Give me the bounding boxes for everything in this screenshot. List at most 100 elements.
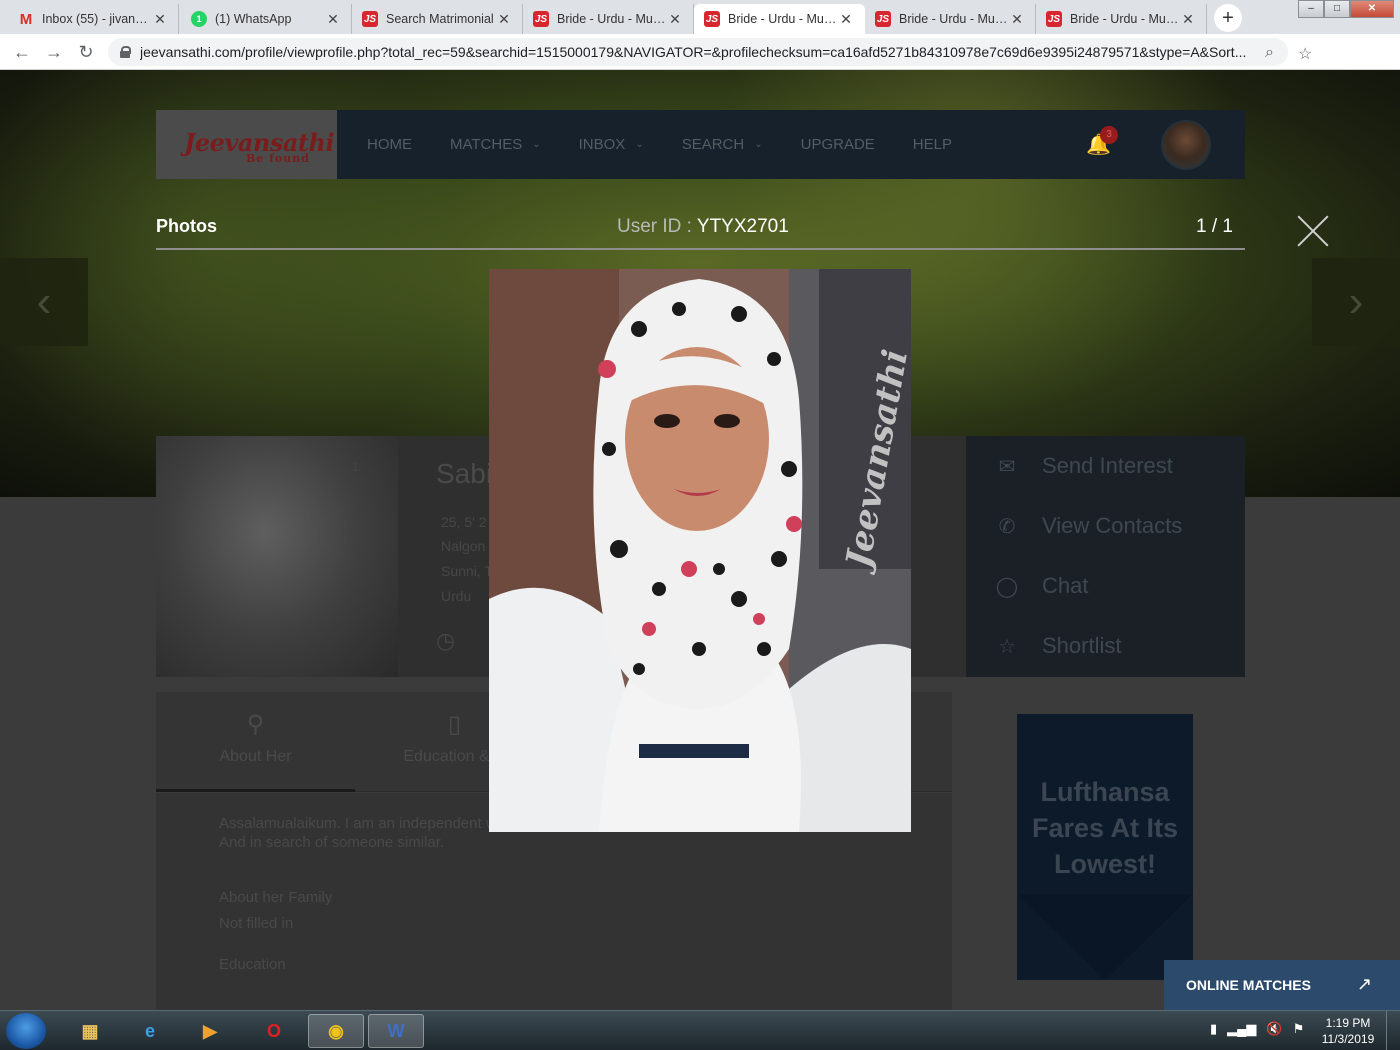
show-desktop-button[interactable] xyxy=(1386,1011,1400,1050)
tab-close-icon[interactable]: ✕ xyxy=(496,11,512,28)
nav-inbox[interactable]: INBOX ⌄ xyxy=(579,136,644,153)
zoom-icon[interactable]: ⌕ xyxy=(1265,44,1274,62)
lightbox-title: Photos xyxy=(156,216,217,236)
start-button[interactable] xyxy=(6,1013,46,1049)
jeevansathi-icon: JS xyxy=(1046,11,1062,27)
clock-date: 11/3/2019 xyxy=(1321,1032,1375,1046)
ad-text: Lufthansa Fares At Its Lowest! xyxy=(1031,777,1179,879)
nav-label: HOME xyxy=(367,136,412,153)
lightbox-user-id: User ID : YTYX2701 xyxy=(617,216,789,238)
jeevansathi-icon: JS xyxy=(704,11,720,27)
browser-tab[interactable]: JS Bride - Urdu - Muslim ✕ xyxy=(865,4,1036,34)
site-header: Jeevansathi Be found HOME MATCHES ⌄ INBOX ⌄ S… xyxy=(156,110,1245,179)
tab-title: (1) WhatsApp xyxy=(215,12,292,26)
maximize-button[interactable]: □ xyxy=(1324,0,1350,18)
lightbox-divider xyxy=(156,248,1245,250)
file-explorer-icon[interactable]: ▦ xyxy=(62,1014,118,1048)
advertisement[interactable]: Lufthansa Fares At Its Lowest! xyxy=(1017,714,1193,980)
nav-matches[interactable]: MATCHES ⌄ xyxy=(450,136,541,153)
lightbox-close-icon[interactable] xyxy=(1296,214,1330,248)
tab-close-icon[interactable]: ✕ xyxy=(325,11,341,28)
main-nav: HOME MATCHES ⌄ INBOX ⌄ SEARCH ⌄ UPGRADE HELP xyxy=(367,110,990,179)
tab-title: Bride - Urdu - Muslim xyxy=(557,12,667,26)
photo-count-badge: 1 xyxy=(352,460,359,474)
shortlist-button[interactable]: ☆ Shortlist xyxy=(966,616,1245,676)
tab-close-icon[interactable]: ✕ xyxy=(1009,11,1025,28)
chrome-icon[interactable]: ◉ xyxy=(308,1014,364,1048)
notifications-bell-icon[interactable]: 🔔 3 xyxy=(1086,126,1118,156)
about-text-line-2: And in search of someone similar. xyxy=(219,834,445,851)
profile-tab[interactable]: ⚲ About Her xyxy=(156,692,355,792)
jeevansathi-icon: JS xyxy=(875,11,891,27)
tab-close-icon[interactable]: ✕ xyxy=(667,11,683,28)
jeevansathi-icon: JS xyxy=(362,11,378,27)
profile-photo: Jeevansathi xyxy=(489,269,911,832)
envelope-icon: ✉ xyxy=(998,455,1016,478)
system-clock[interactable]: 1:19 PM 11/3/2019 xyxy=(1318,1015,1378,1047)
browser-tab[interactable]: M Inbox (55) - jivansha ✕ xyxy=(8,4,179,34)
nav-search[interactable]: SEARCH ⌄ xyxy=(682,136,763,153)
browser-tab[interactable]: 1 (1) WhatsApp ✕ xyxy=(181,4,352,34)
clock-time: 1:19 PM xyxy=(1325,1016,1371,1030)
nav-upgrade[interactable]: UPGRADE xyxy=(801,136,875,153)
action-center-flag-icon[interactable]: ⚑ xyxy=(1293,1021,1305,1037)
tab-close-icon[interactable]: ✕ xyxy=(838,11,854,28)
profile-photo-illustration: Jeevansathi xyxy=(489,269,911,832)
opera-icon[interactable]: O xyxy=(246,1014,302,1048)
person-icon: ⚲ xyxy=(246,711,265,738)
action-label: Send Interest xyxy=(1042,453,1173,478)
network-icon[interactable]: ▮ xyxy=(1210,1021,1217,1037)
whatsapp-icon: 1 xyxy=(191,11,207,27)
address-bar-row: ← → ↻ jeevansathi.com/profile/viewprofil… xyxy=(0,34,1400,96)
nav-label: MATCHES xyxy=(450,136,523,153)
tab-title: Search Matrimonial xyxy=(386,12,494,26)
lock-icon xyxy=(120,46,131,58)
prev-arrow-icon[interactable]: ‹ xyxy=(0,258,88,346)
action-label: Chat xyxy=(1042,573,1089,598)
url-bar[interactable]: jeevansathi.com/profile/viewprofile.php?… xyxy=(108,38,1288,66)
internet-explorer-icon[interactable]: e xyxy=(122,1014,178,1048)
word-icon[interactable]: W xyxy=(368,1014,424,1048)
new-tab-button[interactable]: + xyxy=(1214,4,1242,32)
nav-help[interactable]: HELP xyxy=(913,136,952,153)
profile-name: Sabi xyxy=(436,458,493,489)
browser-tab[interactable]: JS Bride - Urdu - Muslim ✕ xyxy=(694,4,865,34)
os-taskbar: ▦ e ▶ O ◉ W ▮ ▂▄▆ 🔇 ⚑ 1:19 PM 11/3/2019 xyxy=(0,1010,1400,1050)
window-close-button[interactable]: ✕ xyxy=(1350,0,1394,18)
tab-title: Bride - Urdu - Muslim xyxy=(728,12,838,26)
profile-thumbnail[interactable]: 1 xyxy=(156,436,398,677)
browser-tab[interactable]: JS Bride - Urdu - Muslim ✕ xyxy=(1036,4,1207,34)
profile-language: Urdu xyxy=(441,588,472,604)
browser-tab[interactable]: JS Bride - Urdu - Muslim ✕ xyxy=(523,4,694,34)
phone-icon: ✆ xyxy=(998,515,1016,538)
profile-religion: Sunni, T xyxy=(441,563,493,579)
clock-icon: ◷ xyxy=(436,628,456,653)
window-controls: – □ ✕ xyxy=(1298,0,1394,18)
volume-muted-icon[interactable]: 🔇 xyxy=(1266,1021,1282,1037)
forward-button[interactable]: → xyxy=(44,42,64,62)
tab-close-icon[interactable]: ✕ xyxy=(1180,11,1196,28)
nav-home[interactable]: HOME xyxy=(367,136,412,153)
nav-label: UPGRADE xyxy=(800,136,875,153)
signal-icon[interactable]: ▂▄▆ xyxy=(1227,1021,1256,1037)
action-label: Shortlist xyxy=(1042,633,1122,658)
site-logo[interactable]: Jeevansathi Be found xyxy=(156,110,337,179)
chat-button[interactable]: ◯ Chat xyxy=(966,556,1245,616)
minimize-button[interactable]: – xyxy=(1298,0,1324,18)
send-interest-button[interactable]: ✉ Send Interest xyxy=(966,436,1245,496)
nav-label: INBOX xyxy=(578,136,626,153)
back-button[interactable]: ← xyxy=(12,42,32,62)
online-matches-button[interactable]: ONLINE MATCHES ↗ xyxy=(1164,960,1400,1010)
chat-bubble-icon: ◯ xyxy=(995,575,1019,598)
view-contacts-button[interactable]: ✆ View Contacts xyxy=(966,496,1245,556)
user-avatar[interactable] xyxy=(1161,120,1211,170)
system-tray: ▮ ▂▄▆ 🔇 ⚑ xyxy=(1210,1021,1304,1037)
online-matches-label: ONLINE MATCHES xyxy=(1186,977,1311,993)
browser-tab[interactable]: JS Search Matrimonial ✕ xyxy=(352,4,523,34)
star-icon: ☆ xyxy=(998,635,1016,658)
bookmark-star-icon[interactable]: ☆ xyxy=(1298,44,1312,64)
reload-button[interactable]: ↻ xyxy=(76,42,96,62)
next-arrow-icon[interactable]: › xyxy=(1312,258,1400,346)
media-player-icon[interactable]: ▶ xyxy=(182,1014,238,1048)
tab-close-icon[interactable]: ✕ xyxy=(152,11,168,28)
